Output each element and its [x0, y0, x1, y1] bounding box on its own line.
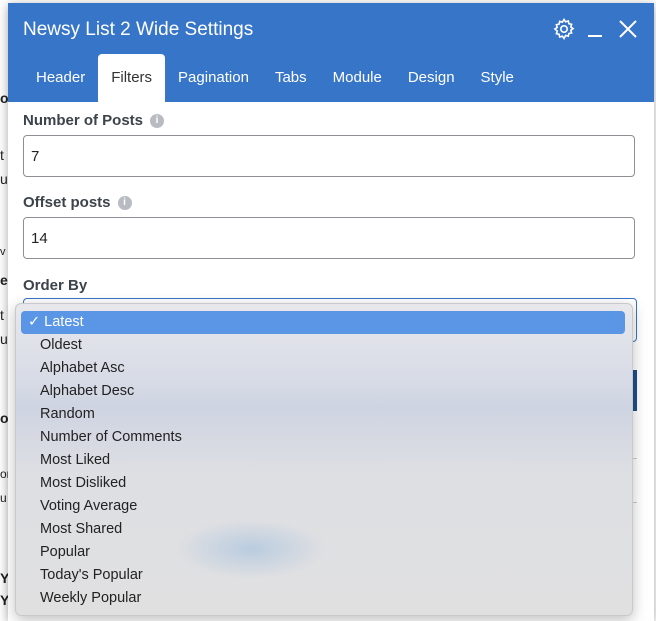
option-oldest[interactable]: Oldest [21, 334, 625, 357]
tab-bar: Header Filters Pagination Tabs Module De… [23, 54, 527, 102]
gear-icon[interactable] [552, 17, 576, 41]
order-by-dropdown-menu: ✓ Latest Oldest Alphabet Asc Alphabet Des… [15, 303, 633, 616]
bg-text: t [0, 147, 4, 163]
tab-header[interactable]: Header [23, 54, 98, 102]
dialog-header: Newsy List 2 Wide Settings Header Filter… [8, 3, 654, 102]
checkmark-icon: ✓ [28, 314, 41, 330]
option-random[interactable]: Random [21, 403, 625, 426]
bg-text: u [0, 171, 8, 187]
tab-module[interactable]: Module [320, 54, 395, 102]
tab-tabs[interactable]: Tabs [262, 54, 320, 102]
option-voting-average[interactable]: Voting Average [21, 495, 625, 518]
offset-posts-input[interactable]: 14 [23, 217, 635, 259]
bg-text: u [0, 331, 8, 347]
close-icon[interactable] [616, 17, 640, 41]
option-alphabet-desc[interactable]: Alphabet Desc [21, 380, 625, 403]
option-most-disliked[interactable]: Most Disliked [21, 472, 625, 495]
option-weekly-popular[interactable]: Weekly Popular [21, 587, 625, 610]
number-of-posts-input[interactable]: 7 [23, 135, 635, 177]
dialog-title: Newsy List 2 Wide Settings [23, 19, 254, 40]
info-icon[interactable]: i [117, 195, 132, 210]
option-todays-popular[interactable]: Today's Popular [21, 564, 625, 587]
tab-pagination[interactable]: Pagination [165, 54, 262, 102]
option-most-shared[interactable]: Most Shared [21, 518, 625, 541]
bg-text: t [0, 307, 4, 323]
number-of-posts-label: Number of Posts i [23, 112, 165, 129]
bg-text: u [0, 491, 7, 505]
minimize-icon[interactable] [584, 17, 608, 41]
bg-text: e [0, 272, 8, 288]
option-alphabet-asc[interactable]: Alphabet Asc [21, 357, 625, 380]
option-most-liked[interactable]: Most Liked [21, 449, 625, 472]
tab-design[interactable]: Design [395, 54, 468, 102]
tab-filters[interactable]: Filters [98, 54, 166, 102]
option-latest[interactable]: ✓ Latest [21, 311, 625, 334]
offset-posts-label: Offset posts i [23, 194, 132, 211]
tab-style[interactable]: Style [468, 54, 527, 102]
order-by-label: Order By [23, 277, 88, 294]
bg-text: v [0, 246, 6, 258]
option-popular[interactable]: Popular [21, 541, 625, 564]
option-number-of-comments[interactable]: Number of Comments [21, 426, 625, 449]
info-icon[interactable]: i [150, 113, 165, 128]
